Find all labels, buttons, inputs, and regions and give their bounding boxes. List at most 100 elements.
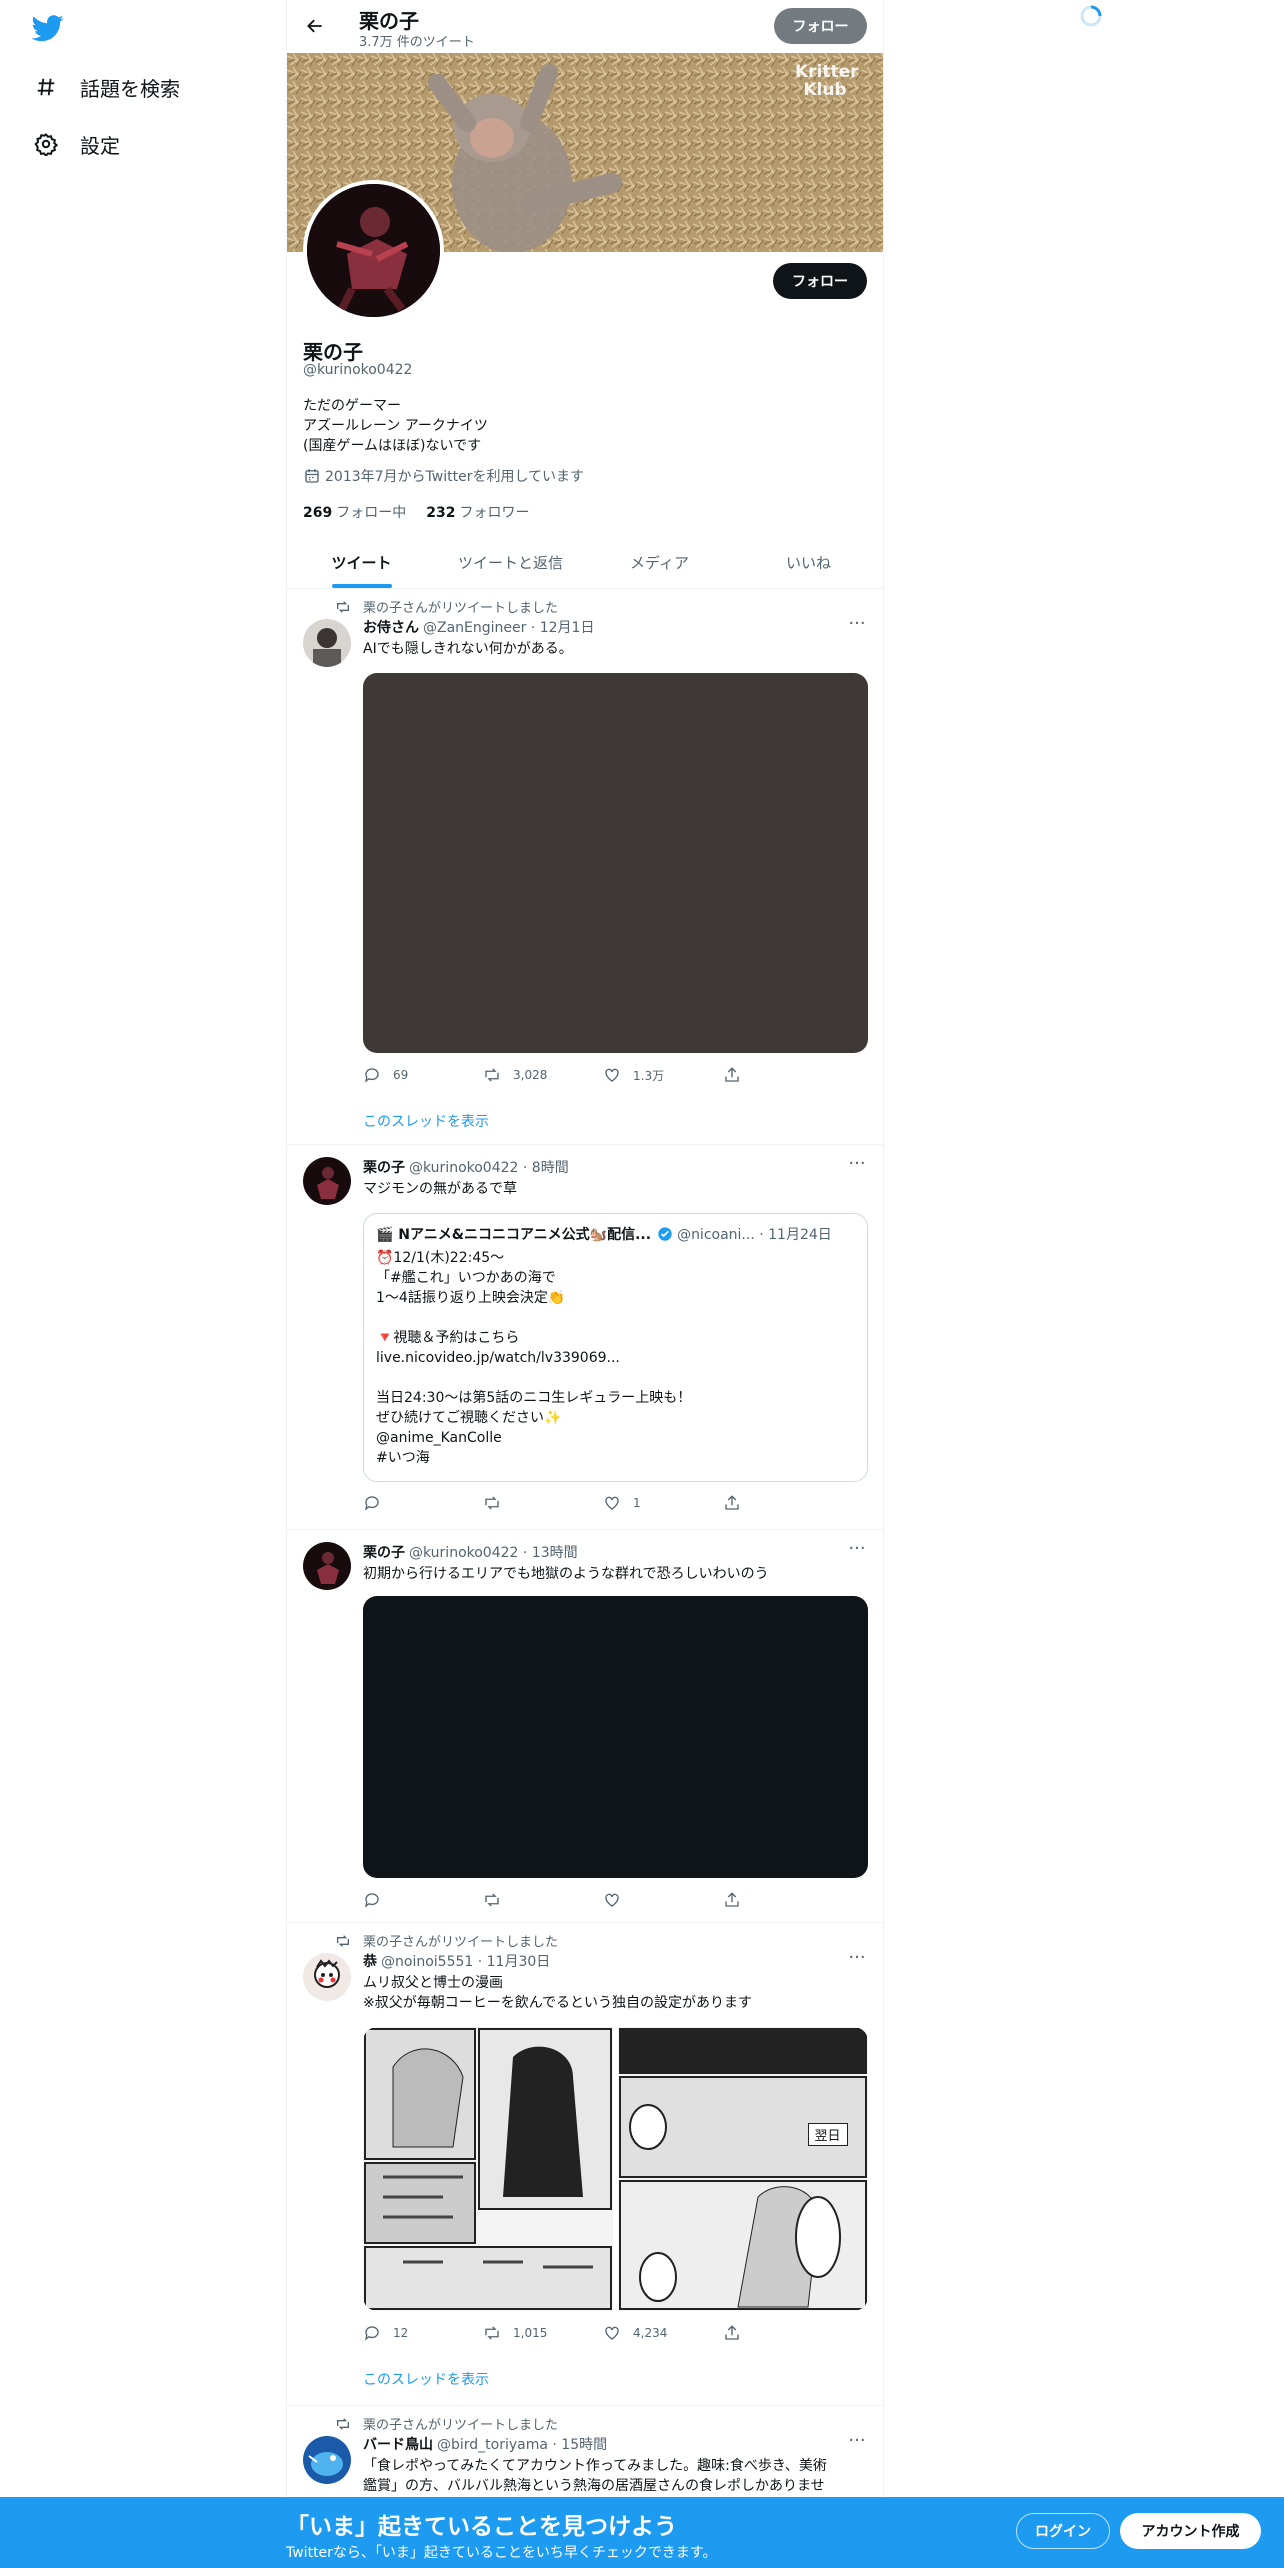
like-button[interactable] (603, 1890, 723, 1910)
manga-image[interactable]: 翌日 (617, 2027, 869, 2311)
more-icon[interactable]: ··· (847, 1949, 867, 1973)
back-arrow-icon[interactable] (299, 10, 331, 42)
show-thread-link[interactable]: このスレッドを表示 (363, 2369, 489, 2389)
profile-avatar[interactable] (303, 180, 444, 321)
quote-header: 🎬 Nアニメ&ニコニコアニメ公式🐿️配信... @nicoani... · 11… (376, 1224, 832, 1244)
retweet-icon (485, 2326, 499, 2340)
retweet-indicator: 栗の子さんがリツイートしました (335, 597, 558, 616)
avatar[interactable] (303, 1953, 351, 2001)
retweet-button[interactable]: 3,028 (483, 1065, 603, 1085)
joined-text: 2013年7月からTwitterを利用しています (325, 469, 585, 485)
share-icon (725, 1495, 739, 1510)
followers-link[interactable]: 232 フォロワー (426, 502, 529, 522)
signup-button[interactable]: アカウント作成 (1120, 2513, 1261, 2549)
profile-bio: ただのゲーマー アズールレーン アークナイツ (国産ゲームはほぼ)ないです (303, 396, 488, 456)
tab-media[interactable]: メディア (585, 536, 734, 588)
retweet-icon (335, 1933, 351, 1949)
header-follow-button[interactable]: フォロー (774, 8, 867, 44)
author-name[interactable]: 栗の子 (363, 1542, 405, 1562)
quoted-tweet[interactable]: 🎬 Nアニメ&ニコニコアニメ公式🐿️配信... @nicoani... · 11… (363, 1213, 868, 1482)
reply-button[interactable] (363, 1493, 483, 1513)
more-icon[interactable]: ··· (847, 1155, 867, 1179)
reply-icon (364, 2326, 379, 2341)
author-handle-time[interactable]: @bird_toriyama · 15時間 (437, 2434, 607, 2454)
share-button[interactable] (723, 2323, 763, 2343)
tweet[interactable]: 栗の子さんがリツイートしました 恭 @noinoi5551 · 11月30日 ·… (287, 1923, 883, 2406)
author-handle-time[interactable]: @kurinoko0422 · 13時間 (409, 1542, 578, 1562)
retweet-icon (485, 1068, 499, 1082)
loading-spinner-icon (1079, 4, 1103, 28)
avatar[interactable] (303, 619, 351, 667)
signup-prompt-bar: 「いま」起きていることを見つけよう Twitterなら、「いま」起きていることを… (0, 2497, 1284, 2568)
tweet-text: ムリ叔父と博士の漫画 ※叔父が毎朝コーヒーを飲んでるという独自の設定があります (363, 1975, 753, 2011)
nav-settings[interactable]: 設定 (32, 124, 120, 164)
tab-likes[interactable]: いいね (734, 536, 883, 588)
heart-icon (605, 2326, 619, 2340)
main-column: 栗の子 3.7万 件のツイート フォロー Kritter Klub フォロー 栗… (286, 0, 884, 2568)
login-button[interactable]: ログイン (1016, 2513, 1110, 2549)
author-name[interactable]: お侍さん (363, 617, 419, 637)
avatar[interactable] (303, 1542, 351, 1590)
tweet-actions: 12 1,015 4,234 (363, 2323, 803, 2343)
author-name[interactable]: バード鳥山 (363, 2434, 433, 2454)
nav-explore[interactable]: 話題を検索 (32, 67, 180, 107)
reply-button[interactable] (363, 1890, 483, 1910)
calendar-icon (305, 469, 319, 483)
author-name[interactable]: 栗の子 (363, 1157, 405, 1177)
like-button[interactable]: 1.3万 (603, 1065, 723, 1085)
quote-handle-time: @nicoani... · 11月24日 (677, 1227, 832, 1243)
more-icon[interactable]: ··· (847, 1540, 867, 1564)
retweet-button[interactable] (483, 1890, 603, 1910)
reply-button[interactable]: 69 (363, 1065, 483, 1085)
manga-image[interactable] (363, 2027, 614, 2311)
retweet-button[interactable] (483, 1493, 603, 1513)
tweet-header: 栗の子 @kurinoko0422 · 8時間 (363, 1157, 569, 1177)
prompt-title: 「いま」起きていることを見つけよう (286, 2514, 677, 2540)
tweet-actions (363, 1890, 803, 1910)
retweet-indicator: 栗の子さんがリツイートしました (335, 2414, 558, 2433)
avatar[interactable] (303, 2436, 351, 2484)
tweet[interactable]: 栗の子 @kurinoko0422 · 8時間 ··· マジモンの無があるで草 … (287, 1145, 883, 1530)
tweet-text: AIでも隠しきれない何かがある。 (363, 641, 573, 657)
reply-button[interactable]: 12 (363, 2323, 483, 2343)
retweet-icon (485, 1496, 499, 1510)
tab-tweets[interactable]: ツイート (287, 536, 436, 588)
tweet-video[interactable] (363, 673, 868, 1053)
following-link[interactable]: 269 フォロー中 (303, 502, 406, 522)
share-button[interactable] (723, 1065, 763, 1085)
more-icon[interactable]: ··· (847, 2432, 867, 2456)
author-handle-time[interactable]: @ZanEngineer · 12月1日 (423, 617, 594, 637)
tweet-actions: 1 (363, 1493, 803, 1513)
author-handle-time[interactable]: @kurinoko0422 · 8時間 (409, 1157, 569, 1177)
tweet[interactable]: 栗の子さんがリツイートしました お侍さん @ZanEngineer · 12月1… (287, 589, 883, 1145)
like-button[interactable]: 4,234 (603, 2323, 723, 2343)
share-icon (725, 1892, 739, 1907)
reply-icon (364, 1068, 379, 1083)
profile-joined: 2013年7月からTwitterを利用しています (303, 466, 584, 486)
like-button[interactable]: 1 (603, 1493, 723, 1513)
tweet-video[interactable] (363, 1596, 868, 1878)
retweet-button[interactable]: 1,015 (483, 2323, 603, 2343)
avatar[interactable] (303, 1157, 351, 1205)
author-handle-time[interactable]: @noinoi5551 · 11月30日 (381, 1951, 550, 1971)
tweet[interactable]: 栗の子 @kurinoko0422 · 13時間 ··· 初期から行けるエリアで… (287, 1530, 883, 1923)
author-name[interactable]: 恭 (363, 1951, 377, 1971)
tweet-text: 「食レポやってみたくてアカウント作ってみました。趣味:食べ歩き、美術 鑑賞」の方… (363, 2458, 827, 2494)
share-button[interactable] (723, 1890, 763, 1910)
banner-watermark: Kritter Klub (795, 62, 859, 100)
header-title: 栗の子 (359, 9, 419, 33)
header-tweet-count: 3.7万 件のツイート (359, 35, 475, 50)
show-thread-link[interactable]: このスレッドを表示 (363, 1111, 489, 1131)
more-icon[interactable]: ··· (847, 615, 867, 639)
tweet-text: マジモンの無があるで草 (363, 1181, 517, 1197)
tweet-header: お侍さん @ZanEngineer · 12月1日 (363, 617, 594, 637)
heart-icon (605, 1893, 619, 1907)
reply-icon (364, 1496, 379, 1511)
tab-tweets-and-replies[interactable]: ツイートと返信 (436, 536, 585, 588)
tweet-images[interactable]: 翌日 (363, 2027, 868, 2311)
share-button[interactable] (723, 1493, 763, 1513)
profile-header-bar: 栗の子 3.7万 件のツイート フォロー (287, 0, 883, 53)
twitter-logo-icon[interactable] (31, 12, 64, 44)
profile-follow-button[interactable]: フォロー (773, 263, 867, 299)
retweet-icon (485, 1893, 499, 1907)
